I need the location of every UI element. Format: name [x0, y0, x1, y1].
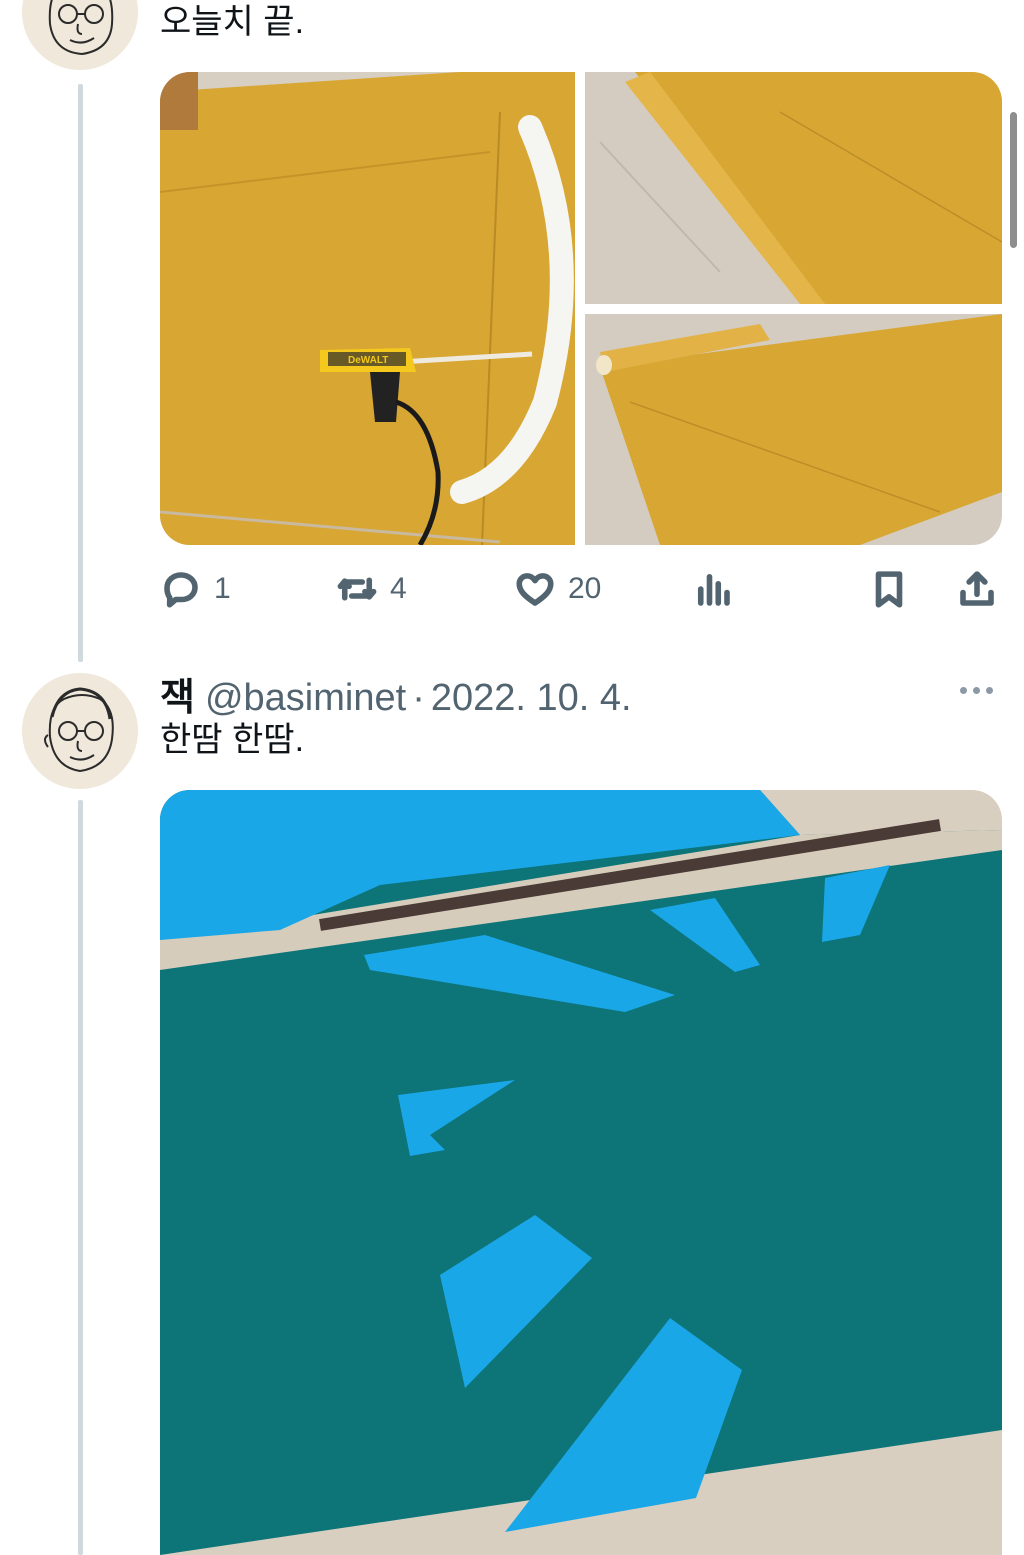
reply-icon: [164, 572, 198, 608]
photo-glue-gun[interactable]: DeWALT: [160, 72, 575, 545]
more-button[interactable]: [960, 680, 1000, 700]
glue-gun-brand: DeWALT: [348, 355, 388, 366]
scrollbar[interactable]: [1010, 112, 1017, 248]
author-name[interactable]: 잭: [160, 666, 195, 721]
thread-line: [78, 84, 83, 662]
tweet-media-photo[interactable]: [160, 790, 1002, 1555]
avatar[interactable]: [22, 0, 138, 70]
tweet-action-bar: 1 4 20: [160, 562, 1002, 616]
avatar[interactable]: [22, 673, 138, 789]
thread-line: [78, 800, 83, 1555]
more-icon: [960, 686, 967, 694]
reply-count: 1: [214, 572, 231, 605]
share-button[interactable]: [956, 562, 998, 616]
bookmark-icon: [875, 571, 903, 608]
like-icon: [516, 573, 554, 606]
tweet-date[interactable]: 2022. 10. 4.: [431, 677, 632, 720]
views-button[interactable]: [692, 562, 734, 616]
retweet-button[interactable]: 4: [336, 562, 407, 616]
tweet-text: 한땀 한땀.: [160, 721, 305, 759]
separator-dot: ·: [412, 677, 425, 719]
tweet-text: 오늘치 끝.: [160, 3, 305, 41]
bookmark-button[interactable]: [868, 562, 910, 616]
share-icon: [960, 571, 994, 606]
photo-roll-bottom[interactable]: [585, 314, 1002, 545]
retweet-count: 4: [390, 572, 407, 605]
tweet-header: 잭 @basiminet · 2022. 10. 4.: [160, 666, 632, 719]
retweet-icon: [337, 577, 377, 601]
author-handle[interactable]: @basiminet: [205, 677, 406, 720]
views-icon: [697, 573, 730, 606]
photo-roll-top[interactable]: [585, 72, 1002, 304]
like-button[interactable]: 20: [514, 562, 601, 616]
tweet-media-grid[interactable]: DeWALT: [160, 72, 1002, 545]
like-count: 20: [568, 572, 602, 605]
reply-button[interactable]: 1: [160, 562, 231, 616]
